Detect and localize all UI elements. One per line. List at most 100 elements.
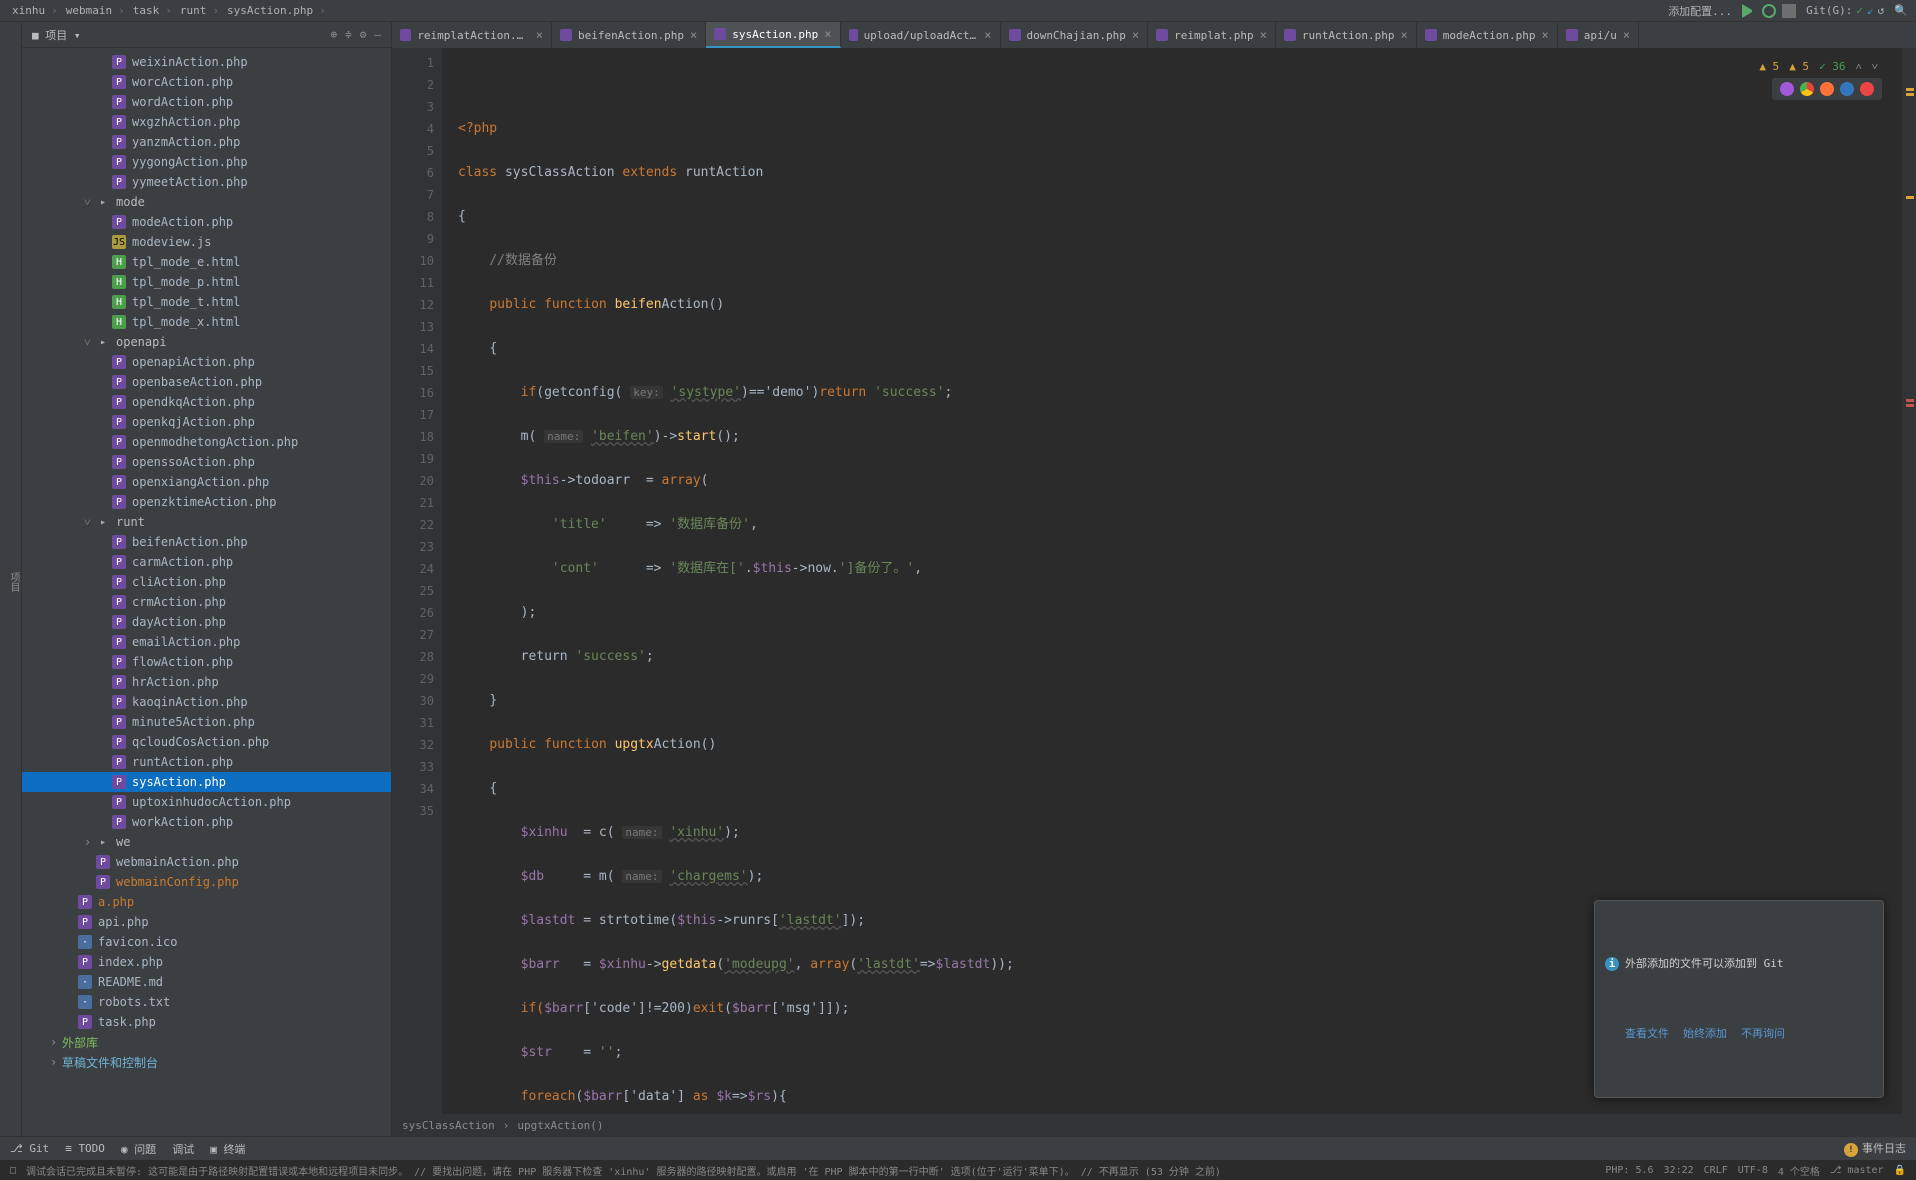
- file-item[interactable]: PflowAction.php: [22, 652, 391, 672]
- git-branch[interactable]: ⎇ master: [1830, 1165, 1884, 1176]
- git-dropdown[interactable]: Git(G): ✓ ↙ ↺: [1806, 4, 1884, 17]
- hide-icon[interactable]: —: [374, 28, 381, 41]
- breadcrumb-item[interactable]: runt: [176, 4, 223, 17]
- file-item[interactable]: PopenmodhetongAction.php: [22, 432, 391, 452]
- file-item[interactable]: PuptoxinhudocAction.php: [22, 792, 391, 812]
- firefox-icon[interactable]: [1820, 82, 1834, 96]
- file-item[interactable]: Pminute5Action.php: [22, 712, 391, 732]
- git-clock-icon[interactable]: ↺: [1878, 4, 1885, 17]
- open-in-browser[interactable]: [1772, 78, 1882, 100]
- file-item[interactable]: ·favicon.ico: [22, 932, 391, 952]
- project-tree[interactable]: PweixinAction.phpPworcAction.phpPwordAct…: [22, 48, 391, 1136]
- inspection-summary[interactable]: ▲ 5 ▲ 5 ✓ 36 ˄ ˅: [1755, 54, 1882, 80]
- file-item[interactable]: Htpl_mode_x.html: [22, 312, 391, 332]
- editor-tab[interactable]: beifenAction.php×: [552, 22, 706, 48]
- close-tab-icon[interactable]: ×: [984, 28, 991, 42]
- debug-toolwindow[interactable]: 调试: [172, 1141, 194, 1157]
- editor-crumb[interactable]: sysClassAction: [402, 1119, 495, 1132]
- editor-tab[interactable]: downChajian.php×: [1001, 22, 1149, 48]
- left-tool-rail[interactable]: 项目 结构 收藏: [0, 22, 22, 1136]
- file-item[interactable]: PqcloudCosAction.php: [22, 732, 391, 752]
- file-item[interactable]: PworkAction.php: [22, 812, 391, 832]
- file-item[interactable]: PmodeAction.php: [22, 212, 391, 232]
- terminal-toolwindow[interactable]: ▣ 终端: [210, 1141, 245, 1157]
- close-tab-icon[interactable]: ×: [1132, 28, 1139, 42]
- editor[interactable]: 1234567891011121314151617181920212223242…: [392, 48, 1916, 1114]
- line-separator[interactable]: CRLF: [1704, 1165, 1728, 1176]
- cursor-position[interactable]: 32:22: [1664, 1165, 1694, 1176]
- opera-icon[interactable]: [1860, 82, 1874, 96]
- file-item[interactable]: PopenzktimeAction.php: [22, 492, 391, 512]
- file-item[interactable]: Htpl_mode_t.html: [22, 292, 391, 312]
- file-item[interactable]: PopenxiangAction.php: [22, 472, 391, 492]
- view-files-link[interactable]: 查看文件: [1625, 1023, 1669, 1045]
- indent-info[interactable]: 4 个空格: [1778, 1163, 1820, 1178]
- close-tab-icon[interactable]: ×: [536, 28, 543, 42]
- editor-tab[interactable]: api/u×: [1558, 22, 1639, 48]
- file-item[interactable]: ·robots.txt: [22, 992, 391, 1012]
- breadcrumb-item[interactable]: task: [129, 4, 176, 17]
- folder-runt[interactable]: ˅▸runt: [22, 512, 391, 532]
- code-area[interactable]: ▲ 5 ▲ 5 ✓ 36 ˄ ˅ <?php class sysClassAct…: [442, 48, 1902, 1114]
- file-item[interactable]: PweixinAction.php: [22, 52, 391, 72]
- file-item[interactable]: PworcAction.php: [22, 72, 391, 92]
- always-add-link[interactable]: 始终添加: [1683, 1023, 1727, 1045]
- run-icon[interactable]: [1742, 4, 1756, 18]
- file-item[interactable]: PwxgzhAction.php: [22, 112, 391, 132]
- file-item[interactable]: PemailAction.php: [22, 632, 391, 652]
- rail-project-label[interactable]: 项目: [6, 572, 21, 592]
- browser-icon[interactable]: [1780, 82, 1794, 96]
- editor-tab[interactable]: sysAction.php×: [706, 22, 840, 48]
- file-item[interactable]: PcarmAction.php: [22, 552, 391, 572]
- editor-tab[interactable]: reimplat.php×: [1148, 22, 1276, 48]
- git-toolwindow[interactable]: ⎇ Git: [10, 1142, 49, 1155]
- file-item[interactable]: PbeifenAction.php: [22, 532, 391, 552]
- lock-icon[interactable]: 🔒: [1894, 1165, 1906, 1176]
- file-item[interactable]: Pa.php: [22, 892, 391, 912]
- file-item[interactable]: PcrmAction.php: [22, 592, 391, 612]
- file-item[interactable]: PopenbaseAction.php: [22, 372, 391, 392]
- file-item[interactable]: PwordAction.php: [22, 92, 391, 112]
- php-version[interactable]: PHP: 5.6: [1605, 1165, 1653, 1176]
- file-item[interactable]: PopenkqjAction.php: [22, 412, 391, 432]
- file-item[interactable]: Htpl_mode_e.html: [22, 252, 391, 272]
- file-item[interactable]: Pindex.php: [22, 952, 391, 972]
- breadcrumb-project[interactable]: xinhu: [8, 4, 62, 17]
- file-item[interactable]: PwebmainAction.php: [22, 852, 391, 872]
- scratches[interactable]: ›草稿文件和控制台: [22, 1052, 391, 1072]
- collapse-icon[interactable]: ≑: [345, 28, 352, 41]
- chrome-icon[interactable]: [1800, 82, 1814, 96]
- dont-ask-link[interactable]: 不再询问: [1741, 1023, 1785, 1045]
- file-item[interactable]: PhrAction.php: [22, 672, 391, 692]
- editor-tabs[interactable]: reimplatAction.php×beifenAction.php×sysA…: [392, 22, 1916, 48]
- file-item[interactable]: PcliAction.php: [22, 572, 391, 592]
- file-encoding[interactable]: UTF-8: [1738, 1165, 1768, 1176]
- todo-toolwindow[interactable]: ≡ TODO: [65, 1142, 105, 1155]
- file-item[interactable]: PdayAction.php: [22, 612, 391, 632]
- file-item[interactable]: JSmodeview.js: [22, 232, 391, 252]
- edge-icon[interactable]: [1840, 82, 1854, 96]
- breadcrumb-file[interactable]: sysAction.php: [223, 4, 330, 17]
- file-item[interactable]: Htpl_mode_p.html: [22, 272, 391, 292]
- close-tab-icon[interactable]: ×: [1623, 28, 1630, 42]
- file-item[interactable]: PopenssoAction.php: [22, 452, 391, 472]
- event-log-toolwindow[interactable]: !事件日志: [1844, 1140, 1906, 1157]
- file-item[interactable]: PopenapiAction.php: [22, 352, 391, 372]
- problems-toolwindow[interactable]: ◉ 问题: [121, 1141, 156, 1157]
- settings-icon[interactable]: ⚙: [360, 28, 367, 41]
- file-item[interactable]: ·README.md: [22, 972, 391, 992]
- close-tab-icon[interactable]: ×: [690, 28, 697, 42]
- search-everywhere-icon[interactable]: 🔍: [1894, 4, 1908, 17]
- add-configuration-button[interactable]: 添加配置...: [1668, 3, 1732, 19]
- editor-tab[interactable]: upload/uploadAction.php×: [841, 22, 1001, 48]
- file-item[interactable]: PruntAction.php: [22, 752, 391, 772]
- editor-tab[interactable]: modeAction.php×: [1417, 22, 1558, 48]
- file-item[interactable]: Papi.php: [22, 912, 391, 932]
- folder-openapi[interactable]: ˅▸openapi: [22, 332, 391, 352]
- error-stripe[interactable]: [1902, 48, 1916, 1114]
- close-tab-icon[interactable]: ×: [1401, 28, 1408, 42]
- file-item[interactable]: PyanzmAction.php: [22, 132, 391, 152]
- folder-mode[interactable]: ˅▸mode: [22, 192, 391, 212]
- close-tab-icon[interactable]: ×: [1542, 28, 1549, 42]
- status-icon[interactable]: □: [10, 1165, 16, 1176]
